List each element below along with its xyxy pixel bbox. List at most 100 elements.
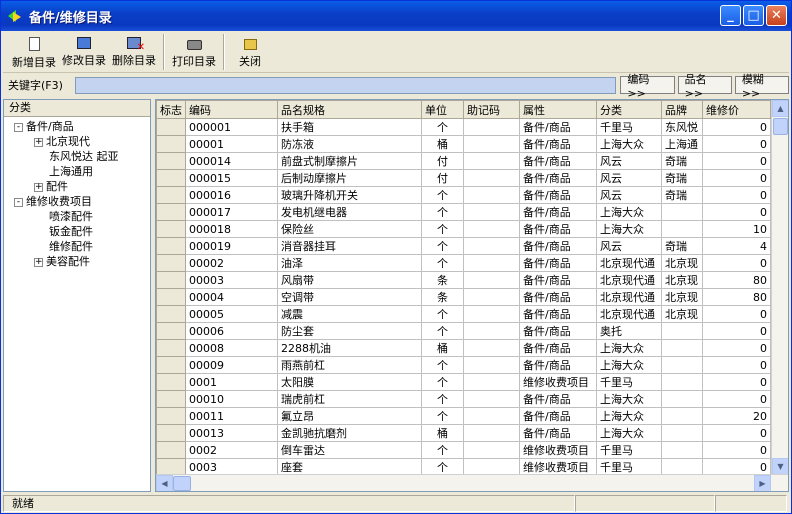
table-row[interactable]: 00006 防尘套个 备件/商品 奥托 0 bbox=[156, 322, 771, 340]
tree-node[interactable]: 维修配件 bbox=[4, 239, 150, 254]
tree-node[interactable]: + 配件 bbox=[4, 179, 150, 194]
table-cell: 风扇带 bbox=[277, 271, 422, 289]
table-cell: 个 bbox=[421, 441, 464, 459]
title-bar[interactable]: 备件/维修目录 _ □ ✕ bbox=[1, 1, 791, 31]
collapse-icon[interactable]: - bbox=[14, 197, 23, 207]
table-row[interactable]: 00011 氟立昂个 备件/商品 上海大众 20 bbox=[156, 407, 771, 425]
vertical-scroll-thumb[interactable] bbox=[773, 118, 788, 135]
table-row[interactable]: 00005 减震个 备件/商品 北京现代通 北京现 0 bbox=[156, 305, 771, 323]
tree-node[interactable]: - 备件/商品 bbox=[4, 119, 150, 134]
table-cell bbox=[661, 220, 703, 238]
table-row[interactable]: 00009 雨燕前杠个 备件/商品 上海大众 0 bbox=[156, 356, 771, 374]
table-row[interactable]: 000018 保险丝个 备件/商品 上海大众 10 bbox=[156, 220, 771, 238]
table-cell: 太阳膜 bbox=[277, 373, 422, 391]
column-header[interactable]: 分类 bbox=[596, 100, 662, 119]
column-header[interactable]: 编码 bbox=[185, 100, 278, 119]
expand-icon[interactable]: + bbox=[34, 137, 43, 147]
maximize-button[interactable]: □ bbox=[743, 5, 764, 26]
table-cell: 10 bbox=[702, 220, 771, 238]
table-row[interactable]: 00003 风扇带条 备件/商品 北京现代通 北京现 80 bbox=[156, 271, 771, 289]
table-cell: 上海大众 bbox=[596, 407, 662, 425]
table-row[interactable]: 00002 油泽个 备件/商品 北京现代通 北京现 0 bbox=[156, 254, 771, 272]
table-cell: 减震 bbox=[277, 305, 422, 323]
column-header[interactable]: 属性 bbox=[519, 100, 597, 119]
collapse-icon[interactable]: - bbox=[14, 122, 23, 132]
table-cell: 4 bbox=[702, 237, 771, 255]
table-cell: 奇瑞 bbox=[661, 237, 703, 255]
scroll-up-icon[interactable]: ▲ bbox=[772, 100, 788, 117]
scroll-down-icon[interactable]: ▼ bbox=[772, 458, 788, 475]
tree-node[interactable]: 东风悦达 起亚 bbox=[4, 149, 150, 164]
table-cell: 0 bbox=[702, 322, 771, 340]
table-cell bbox=[156, 322, 186, 340]
table-row[interactable]: 00010 瑞虎前杠个 备件/商品 上海大众 0 bbox=[156, 390, 771, 408]
search-input[interactable] bbox=[74, 76, 617, 94]
table-row[interactable]: 00004 空调带条 备件/商品 北京现代通 北京现 80 bbox=[156, 288, 771, 306]
table-cell bbox=[463, 458, 520, 476]
table-cell: 00003 bbox=[185, 271, 278, 289]
edit-catalog-button[interactable]: 修改目录 bbox=[59, 32, 109, 72]
table-cell: 个 bbox=[421, 407, 464, 425]
table-cell: 个 bbox=[421, 390, 464, 408]
table-cell: 备件/商品 bbox=[519, 407, 597, 425]
scroll-left-icon[interactable]: ◀ bbox=[156, 475, 173, 491]
table-row[interactable]: 00001 防冻液桶 备件/商品 上海大众 上海通 0 bbox=[156, 135, 771, 153]
table-cell bbox=[463, 186, 520, 204]
expand-icon[interactable]: + bbox=[34, 257, 43, 267]
table-cell bbox=[463, 441, 520, 459]
tree-node[interactable]: - 维修收费项目 bbox=[4, 194, 150, 209]
tree-node[interactable]: 喷漆配件 bbox=[4, 209, 150, 224]
table-cell: 维修收费项目 bbox=[519, 441, 597, 459]
print-catalog-button[interactable]: 打印目录 bbox=[169, 32, 219, 72]
close-button[interactable]: ✕ bbox=[766, 5, 787, 26]
table-cell bbox=[156, 237, 186, 255]
table-cell: 备件/商品 bbox=[519, 220, 597, 238]
table-cell: 备件/商品 bbox=[519, 305, 597, 323]
table-cell: 保险丝 bbox=[277, 220, 422, 238]
scroll-right-icon[interactable]: ▶ bbox=[754, 475, 771, 491]
search-by-name-button[interactable]: 品名>> bbox=[677, 73, 732, 100]
expand-icon[interactable]: + bbox=[34, 182, 43, 192]
table-row[interactable]: 0001 太阳膜个 维修收费项目 千里马 0 bbox=[156, 373, 771, 391]
horizontal-scrollbar[interactable]: ◀ ▶ bbox=[156, 474, 788, 491]
category-tree-pane: 分类 - 备件/商品 + 北京现代 东风悦达 起亚 上海通用 + 配件 - 维修收费项目 喷漆配件钣… bbox=[3, 99, 151, 492]
table-row[interactable]: 00013 金凯驰抗磨剂桶 备件/商品 上海大众 0 bbox=[156, 424, 771, 442]
column-header[interactable]: 品牌 bbox=[661, 100, 703, 119]
table-cell bbox=[661, 339, 703, 357]
tree-node[interactable]: + 美容配件 bbox=[4, 254, 150, 269]
table-row[interactable]: 000017 发电机继电器个 备件/商品 上海大众 0 bbox=[156, 203, 771, 221]
search-label: 关键字(F3) bbox=[8, 79, 63, 92]
horizontal-scroll-thumb[interactable] bbox=[173, 476, 191, 491]
new-catalog-button[interactable]: 新增目录 bbox=[9, 32, 59, 72]
delete-catalog-button[interactable]: 删除目录 bbox=[109, 32, 159, 72]
fuzzy-search-button[interactable]: 模糊>> bbox=[734, 73, 790, 100]
table-cell bbox=[661, 441, 703, 459]
table-row[interactable]: 00008 2288机油桶 备件/商品 上海大众 0 bbox=[156, 339, 771, 357]
column-header[interactable]: 标志 bbox=[156, 100, 186, 119]
status-bar: 就绪 bbox=[3, 494, 789, 513]
column-header[interactable]: 助记码 bbox=[463, 100, 520, 119]
search-by-code-button[interactable]: 编码>> bbox=[620, 73, 675, 100]
minimize-button[interactable]: _ bbox=[720, 5, 741, 26]
table-cell: 备件/商品 bbox=[519, 237, 597, 255]
table-row[interactable]: 000014 前盘式制摩擦片付 备件/商品 风云 奇瑞 0 bbox=[156, 152, 771, 170]
column-header[interactable]: 维修价 bbox=[702, 100, 771, 119]
table-row[interactable]: 000019 消音器挂耳个 备件/商品 风云 奇瑞 4 bbox=[156, 237, 771, 255]
tree-node[interactable]: 钣金配件 bbox=[4, 224, 150, 239]
tree-node[interactable]: 上海通用 bbox=[4, 164, 150, 179]
table-row[interactable]: 0002 倒车雷达个 维修收费项目 千里马 0 bbox=[156, 441, 771, 459]
table-row[interactable]: 000015 后制动摩擦片付 备件/商品 风云 奇瑞 0 bbox=[156, 169, 771, 187]
toolbar-separator bbox=[163, 34, 165, 70]
close-window-button[interactable]: 关闭 bbox=[229, 32, 271, 72]
column-header[interactable]: 品名规格 bbox=[277, 100, 422, 119]
column-header[interactable]: 单位 bbox=[421, 100, 464, 119]
tree-node-label: 维修收费项目 bbox=[26, 195, 92, 208]
table-cell: 上海大众 bbox=[596, 339, 662, 357]
edit-catalog-label: 修改目录 bbox=[62, 54, 106, 67]
table-row[interactable]: 000001 扶手箱个 备件/商品 千里马 东风悦 0 bbox=[156, 118, 771, 136]
tree-node[interactable]: + 北京现代 bbox=[4, 134, 150, 149]
tree-node-label: 美容配件 bbox=[46, 255, 90, 268]
table-row[interactable]: 0003 座套个 维修收费项目 千里马 0 bbox=[156, 458, 771, 476]
table-row[interactable]: 000016 玻璃升降机开关个 备件/商品 风云 奇瑞 0 bbox=[156, 186, 771, 204]
vertical-scrollbar[interactable]: ▲ ▼ bbox=[771, 100, 788, 475]
